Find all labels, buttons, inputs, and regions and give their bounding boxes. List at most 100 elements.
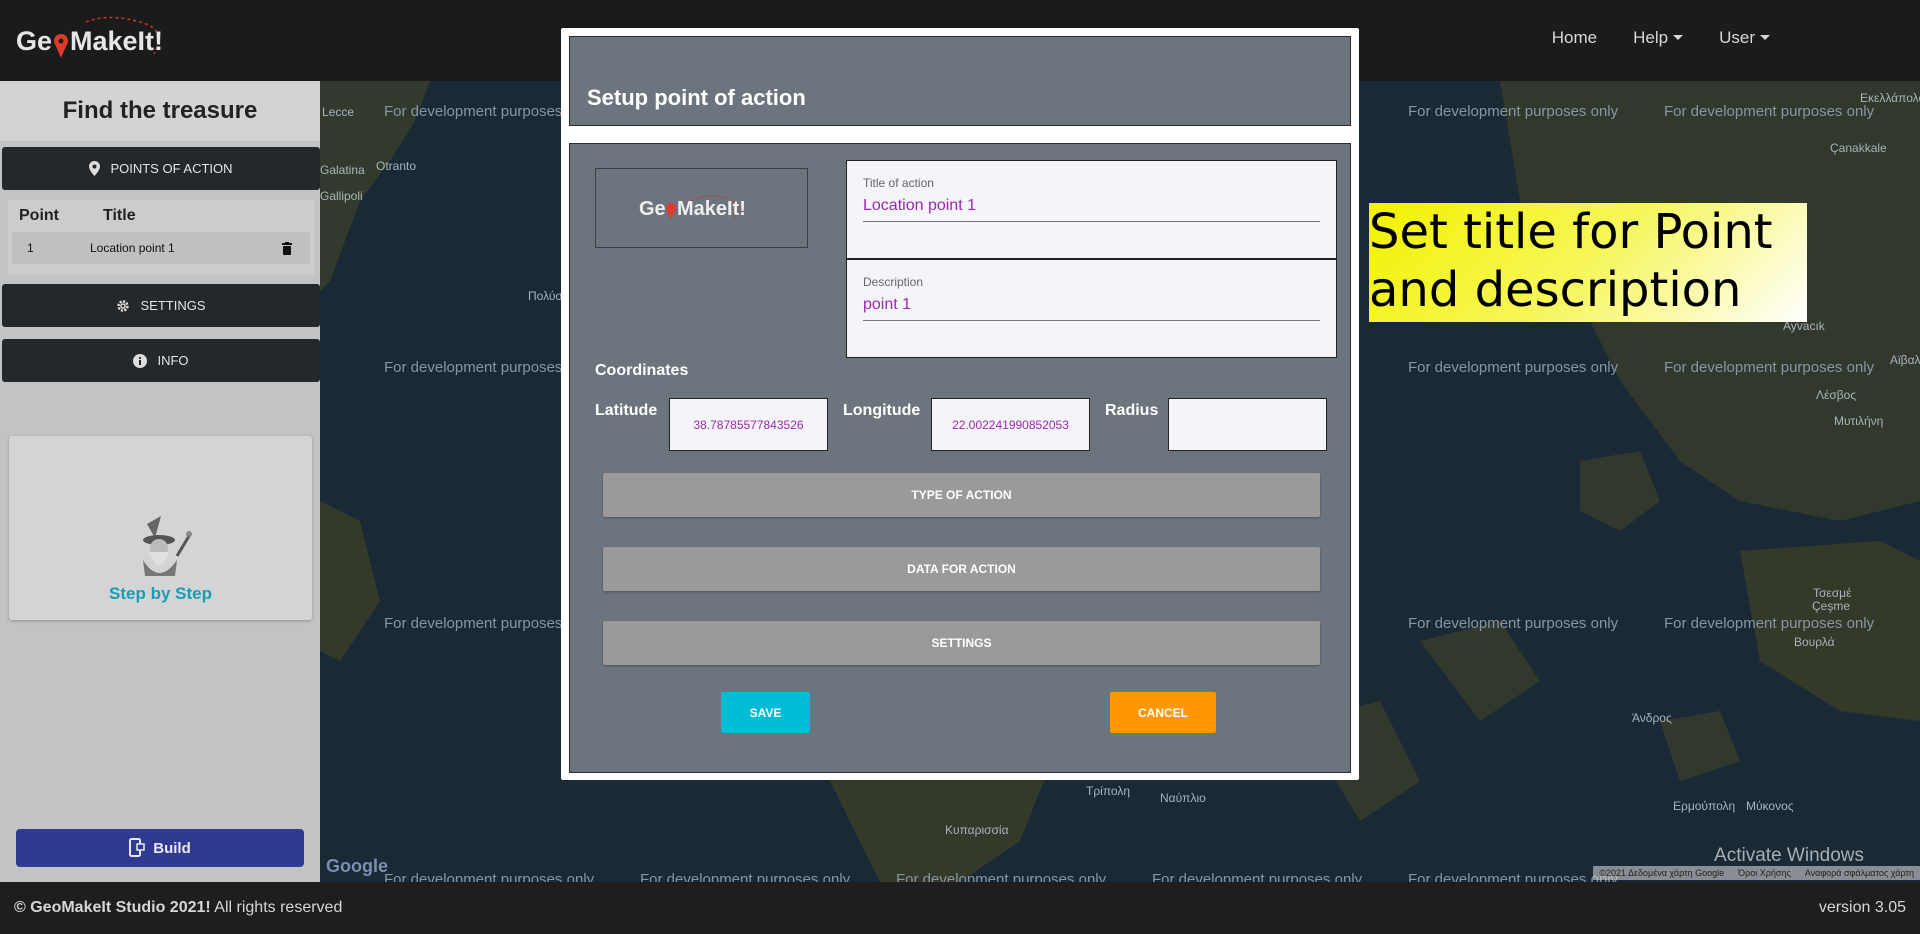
info-label: INFO — [157, 353, 189, 368]
points-of-action-button[interactable]: POINTS OF ACTION — [2, 147, 320, 190]
modal-logo-image: Ge MakeIt! — [595, 168, 808, 248]
description-label: Description — [863, 275, 924, 289]
modal-title: Setup point of action — [587, 85, 806, 110]
step-by-step-label: Step by Step — [109, 584, 212, 603]
points-table-header: Point Title — [8, 200, 314, 232]
svg-text:MakeIt!: MakeIt! — [70, 26, 163, 56]
map-watermark: For development purposes only — [896, 871, 1107, 882]
app-logo[interactable]: Ge MakeIt! — [16, 14, 186, 64]
points-of-action-label: POINTS OF ACTION — [110, 161, 233, 176]
save-button[interactable]: SAVE — [721, 692, 810, 733]
map-watermark: For development purposes only — [1664, 103, 1875, 120]
project-title: Find the treasure — [0, 81, 320, 141]
settings-button[interactable]: SETTINGS — [2, 284, 320, 327]
build-phone-icon — [129, 838, 145, 857]
sidebar: Find the treasure POINTS OF ACTION Point… — [0, 81, 320, 882]
info-icon — [133, 353, 148, 368]
input-underline — [863, 221, 1320, 222]
latitude-label: Latitude — [595, 402, 658, 419]
map-data-credit[interactable]: ©2021 Δεδομένα χάρτη Google — [1599, 868, 1724, 878]
footer: © GeoMakeIt Studio 2021! All rights rese… — [0, 882, 1920, 934]
map-place-label: Çeşme — [1812, 599, 1851, 613]
coordinates-title: Coordinates — [595, 362, 689, 379]
title-of-action-input[interactable]: Location point 1 — [863, 197, 976, 215]
settings-label: SETTINGS — [140, 298, 206, 313]
map-place-label: Εκελλάπολο — [1860, 91, 1920, 105]
column-header-point: Point — [19, 207, 59, 224]
trash-icon[interactable] — [282, 241, 292, 255]
cancel-button[interactable]: CANCEL — [1110, 692, 1216, 733]
map-place-label: Μυτιλήνη — [1834, 414, 1884, 428]
footer-version: version 3.05 — [1818, 899, 1906, 916]
map-place-label: Λέσβος — [1816, 388, 1857, 402]
tutorial-hint: Set title for Point and description — [1369, 203, 1807, 322]
map-attribution: ©2021 Δεδομένα χάρτη Google Όροι Χρήσης … — [1593, 866, 1920, 880]
svg-text:MakeIt!: MakeIt! — [677, 198, 746, 220]
point-title: Location point 1 — [90, 241, 175, 255]
map-place-label: Μύκονος — [1746, 799, 1794, 813]
modal-body: Ge MakeIt! Title of action Location poin… — [569, 143, 1351, 773]
hint-line-2: and description — [1369, 262, 1742, 318]
nav-home-link[interactable]: Home — [1552, 28, 1597, 48]
nav-links: Home Help User — [1552, 28, 1770, 48]
report-error-link[interactable]: Αναφορά σφάλματος χάρτη — [1805, 868, 1914, 878]
map-place-label: Πολύσ — [528, 289, 563, 303]
longitude-input[interactable]: 22.002241990852053 — [931, 398, 1090, 451]
points-table: Point Title 1 Location point 1 — [8, 200, 314, 275]
footer-copyright: © GeoMakeIt Studio 2021! All rights rese… — [14, 899, 342, 917]
build-label: Build — [153, 839, 191, 857]
info-button[interactable]: INFO — [2, 339, 320, 382]
nav-help-dropdown[interactable]: Help — [1633, 28, 1683, 48]
description-input[interactable]: point 1 — [863, 296, 911, 314]
title-of-action-label: Title of action — [863, 176, 934, 190]
settings-panel[interactable]: SETTINGS — [603, 621, 1320, 665]
map-place-label: Lecce — [322, 105, 355, 119]
radius-label: Radius — [1105, 402, 1159, 419]
build-button[interactable]: Build — [16, 829, 304, 867]
gear-icon — [117, 299, 130, 312]
google-logo: Google — [326, 856, 388, 876]
description-field[interactable]: Description point 1 — [846, 259, 1337, 358]
point-number: 1 — [27, 241, 34, 255]
map-watermark: For development purposes only — [384, 871, 595, 882]
hint-line-1: Set title for Point — [1369, 204, 1773, 260]
map-place-label: Τσεσμέ — [1813, 586, 1852, 600]
map-place-label: Ναύπλιο — [1160, 791, 1206, 805]
modal-header: Setup point of action — [569, 36, 1351, 126]
terms-link[interactable]: Όροι Χρήσης — [1738, 868, 1791, 878]
type-of-action-panel[interactable]: TYPE OF ACTION — [603, 473, 1320, 517]
map-place-label: Αϊβαλί — [1890, 353, 1920, 367]
map-watermark: For development purposes only — [1408, 103, 1619, 120]
map-watermark: For development purposes only — [1408, 871, 1619, 882]
map-place-label: Βουρλά — [1794, 635, 1835, 649]
data-for-action-panel[interactable]: DATA FOR ACTION — [603, 547, 1320, 591]
map-watermark: For development purposes only — [640, 871, 851, 882]
step-by-step-card[interactable]: Step by Step — [9, 436, 312, 620]
map-place-label: Galatina — [320, 163, 365, 177]
map-watermark: For development purposes only — [1664, 615, 1875, 632]
footer-rights: All rights reserved — [210, 899, 343, 916]
radius-input[interactable] — [1168, 398, 1327, 451]
map-place-label: Κυπαρισσία — [945, 823, 1009, 837]
input-underline — [863, 320, 1320, 321]
map-place-label: Otranto — [376, 159, 417, 173]
modal-logo: Ge MakeIt! — [639, 195, 746, 220]
longitude-label: Longitude — [843, 402, 921, 419]
activate-windows-watermark: Activate Windows — [1714, 845, 1864, 866]
footer-brand: © GeoMakeIt Studio 2021! — [14, 899, 211, 916]
latitude-input[interactable]: 38.78785577843526 — [669, 398, 828, 451]
nav-user-dropdown[interactable]: User — [1719, 28, 1770, 48]
map-watermark: For development purposes only — [1152, 871, 1363, 882]
wizard-icon — [143, 516, 192, 576]
table-row[interactable]: 1 Location point 1 — [12, 232, 310, 264]
map-watermark: For development purposes only — [1664, 359, 1875, 376]
map-pin-icon — [89, 161, 101, 176]
map-place-label: Çanakkale — [1830, 141, 1887, 155]
title-of-action-field[interactable]: Title of action Location point 1 — [846, 160, 1337, 259]
map-place-label: Gallipoli — [320, 189, 363, 203]
map-place-label: Ερμούπολη — [1673, 799, 1736, 813]
map-watermark: For development purposes only — [1408, 359, 1619, 376]
svg-text:Ge: Ge — [639, 198, 666, 220]
map-place-label: Τρίπολη — [1086, 784, 1131, 798]
svg-text:Ge: Ge — [16, 26, 52, 56]
